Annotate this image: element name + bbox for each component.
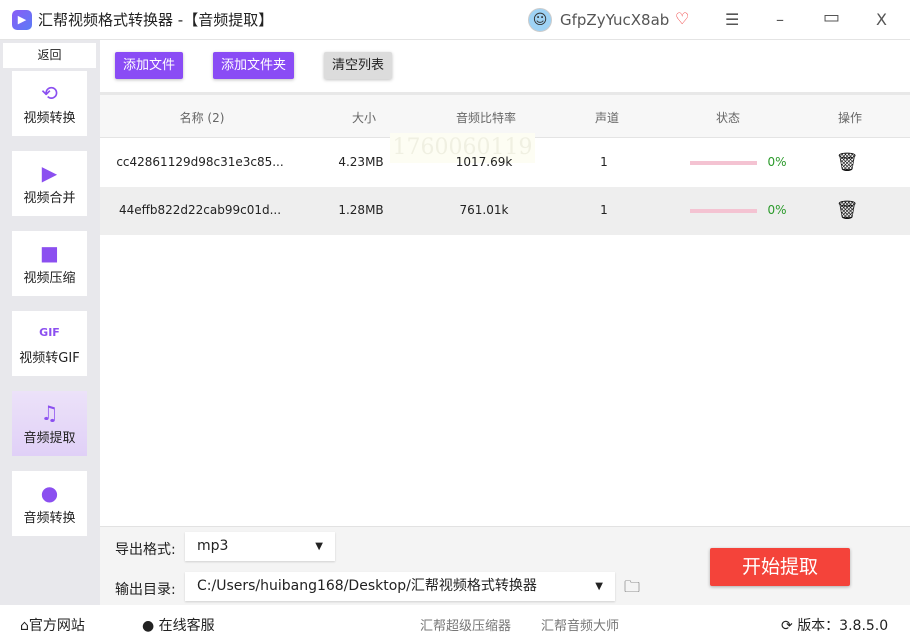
chevron-down-icon: ▼ — [595, 581, 603, 592]
app-logo-icon: ▶ — [12, 9, 32, 30]
close-button[interactable]: X — [876, 10, 887, 29]
header-size: 大小 — [351, 111, 377, 125]
avatar[interactable]: ☺ — [528, 8, 552, 32]
add-folder-button[interactable]: 添加文件夹 — [213, 52, 295, 79]
video-compress-icon: ■ — [40, 241, 59, 265]
format-label: 导出格式: — [115, 542, 176, 558]
progress-bar — [690, 209, 757, 213]
vip-badge-icon[interactable]: ♡ — [675, 9, 689, 28]
app-title: 汇帮视频格式转换器 -【音频提取】 — [38, 11, 274, 29]
trash-icon[interactable]: 🗑 — [836, 152, 859, 173]
header-actions: 操作 — [837, 111, 863, 125]
start-extract-button[interactable]: 开始提取 — [710, 548, 850, 586]
sidebar: 返回 ⟲ 视频转换 ▶ 视频合并 ■ 视频压缩 GIF 视频转GIF ♫ 音频提取 ● 音频… — [0, 40, 100, 605]
file-bitrate: 1017.69k — [455, 155, 513, 169]
progress-bar — [690, 161, 757, 165]
back-button[interactable]: 返回 — [3, 43, 96, 68]
sidebar-item-video-merge[interactable]: ▶ 视频合并 — [12, 151, 87, 216]
output-settings: 导出格式: mp3 ▼ 输出目录: C:/Users/huibang168/Des… — [100, 526, 910, 605]
microphone-icon: ● — [40, 481, 59, 505]
sidebar-item-audio-convert[interactable]: ● 音频转换 — [12, 471, 87, 536]
file-channels: 1 — [600, 155, 608, 169]
progress-percent: 0% — [767, 203, 787, 217]
support-agent-icon: ● — [142, 618, 155, 634]
minimize-button[interactable]: – — [776, 10, 784, 29]
folder-open-icon[interactable]: 🗀 — [624, 576, 640, 603]
table-row[interactable]: 44effb822d22cab99c01d... 1.28MB 761.01k … — [100, 187, 910, 235]
title-bar: ▶ 汇帮视频格式转换器 -【音频提取】 ☺ GfpZyYucX8ab ♡ ☰ –… — [0, 0, 910, 40]
table-row[interactable]: cc42861129d98c31e3c85... 4.23MB 1017.69k… — [100, 139, 910, 187]
compressor-link[interactable]: 汇帮超级压缩器 — [420, 615, 511, 634]
audio-master-link[interactable]: 汇帮音频大师 — [541, 615, 619, 634]
chevron-down-icon: ▼ — [315, 541, 323, 552]
home-icon: ⌂ — [20, 618, 29, 634]
username[interactable]: GfpZyYucX8ab — [560, 11, 669, 29]
footer: ⌂官方网站 ● 在线客服 汇帮超级压缩器 汇帮音频大师 ⟳ 版本：3.8.5.0 — [0, 605, 910, 640]
maximize-button[interactable]: ▭ — [823, 7, 840, 28]
main-panel: 添加文件 添加文件夹 清空列表 名称 (2) 大小 音频比特率 声道 状态 操作… — [100, 40, 910, 526]
clear-list-button[interactable]: 清空列表 — [324, 52, 393, 79]
header-name[interactable]: 名称 (2) — [180, 109, 225, 126]
sidebar-item-video-gif[interactable]: GIF 视频转GIF — [12, 311, 87, 376]
output-dir-label: 输出目录: — [115, 582, 176, 598]
video-convert-icon: ⟲ — [41, 81, 58, 105]
official-website-link[interactable]: ⌂官方网站 — [20, 615, 85, 635]
sidebar-item-video-compress[interactable]: ■ 视频压缩 — [12, 231, 87, 296]
header-status: 状态 — [715, 111, 741, 125]
file-channels: 1 — [600, 203, 608, 217]
progress-percent: 0% — [767, 155, 787, 169]
output-dir-select[interactable]: C:/Users/huibang168/Desktop/汇帮视频格式转换器 ▼ — [185, 572, 615, 601]
menu-button[interactable]: ☰ — [725, 10, 739, 29]
file-bitrate: 761.01k — [459, 203, 509, 217]
file-size: 4.23MB — [338, 155, 384, 169]
refresh-icon: ⟳ — [781, 618, 793, 634]
music-note-icon: ♫ — [40, 401, 59, 425]
gif-icon: GIF — [39, 326, 60, 339]
file-size: 1.28MB — [338, 203, 384, 217]
sidebar-item-video-convert[interactable]: ⟲ 视频转换 — [12, 71, 87, 136]
format-select[interactable]: mp3 ▼ — [185, 532, 335, 561]
trash-icon[interactable]: 🗑 — [836, 200, 859, 221]
add-file-button[interactable]: 添加文件 — [115, 52, 184, 79]
version-info[interactable]: ⟳ 版本：3.8.5.0 — [781, 615, 888, 635]
video-merge-icon: ▶ — [41, 161, 58, 185]
online-support-link[interactable]: ● 在线客服 — [142, 615, 215, 635]
header-channels: 声道 — [594, 111, 620, 125]
file-name: cc42861129d98c31e3c85... — [116, 155, 284, 169]
header-bitrate: 音频比特率 — [455, 111, 517, 125]
table-header: 名称 (2) 大小 音频比特率 声道 状态 操作 — [100, 92, 910, 138]
sidebar-item-audio-extract[interactable]: ♫ 音频提取 — [12, 391, 87, 456]
file-name: 44effb822d22cab99c01d... — [118, 203, 282, 217]
